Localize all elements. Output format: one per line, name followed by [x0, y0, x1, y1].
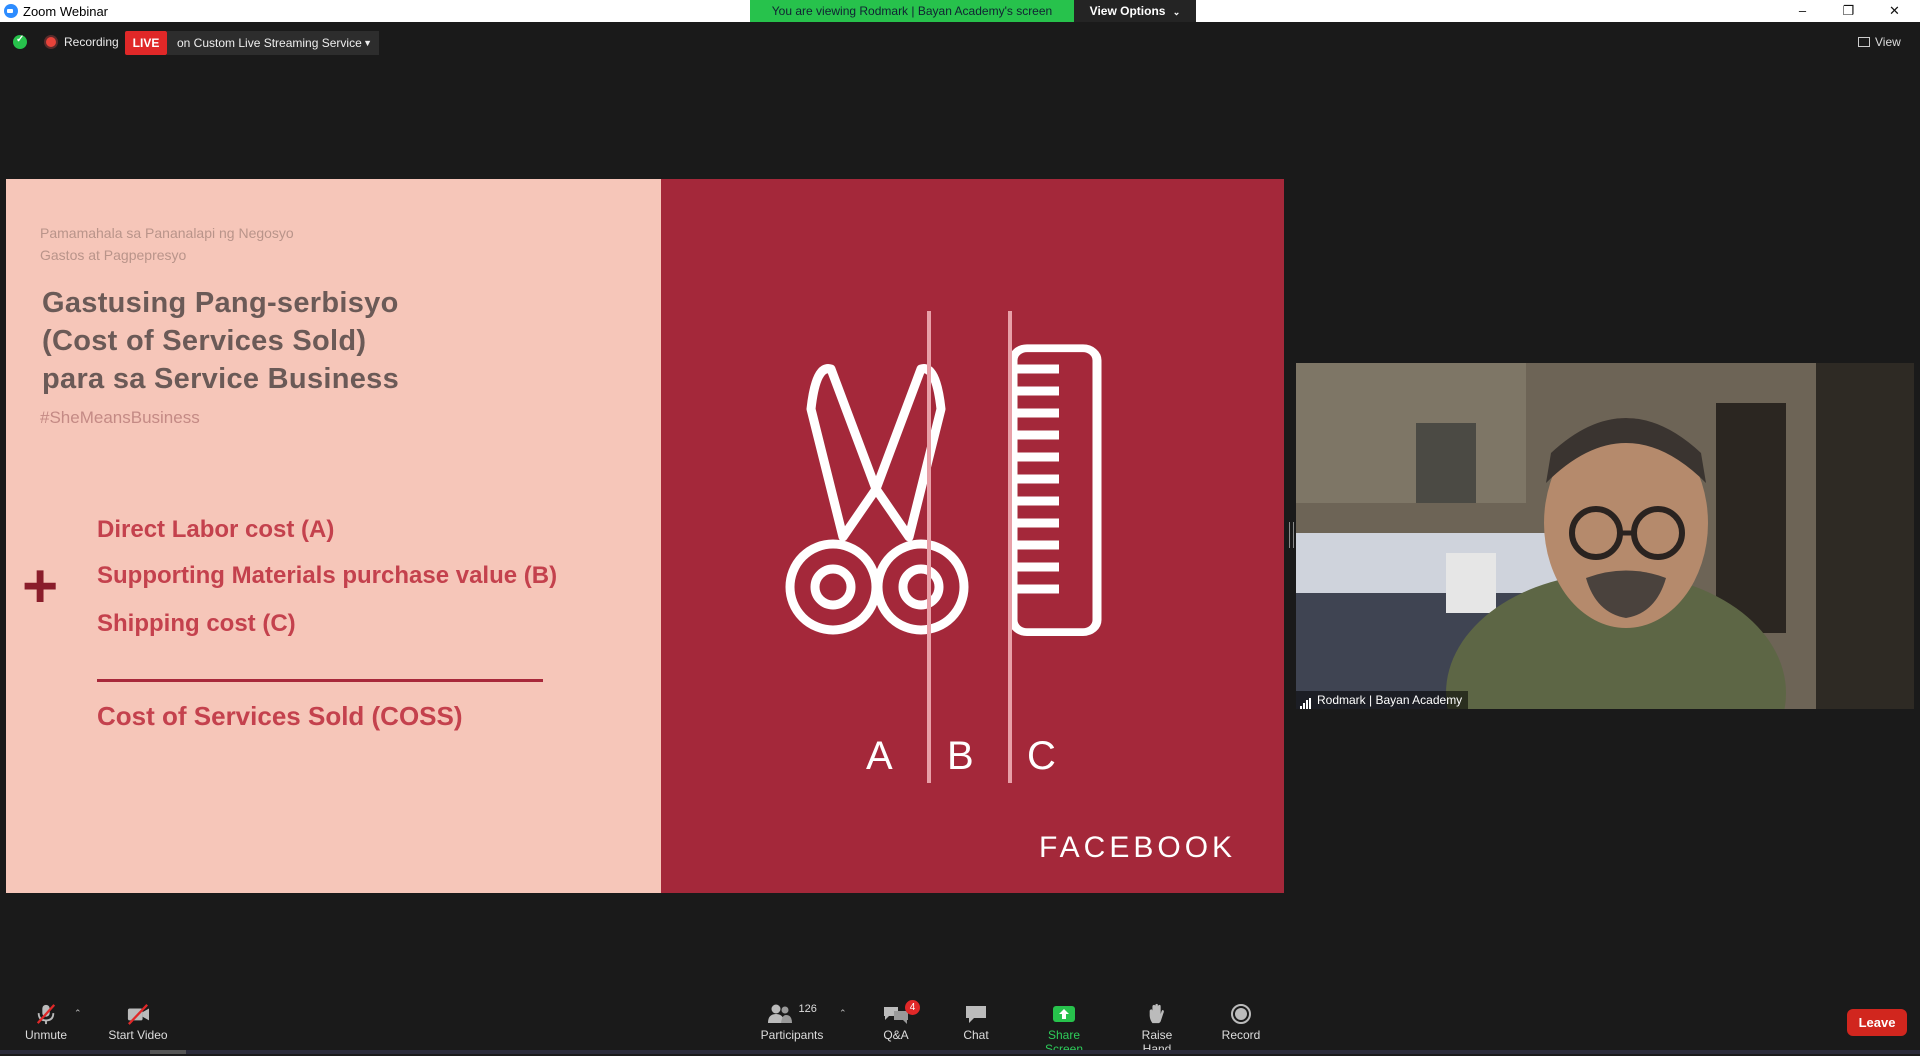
- window-titlebar: Zoom Webinar You are viewing Rodmark | B…: [0, 0, 1920, 22]
- gallery-view-icon: [1858, 37, 1870, 47]
- letter-a: A: [866, 734, 894, 778]
- unmute-label: Unmute: [24, 1028, 68, 1042]
- view-options-label: View Options: [1089, 4, 1166, 18]
- view-layout-button[interactable]: View: [1858, 35, 1901, 49]
- participant-name-label: Rodmark | Bayan Academy: [1296, 691, 1469, 709]
- start-video-button[interactable]: Start Video: [106, 1003, 170, 1042]
- participant-name: Rodmark | Bayan Academy: [1317, 693, 1463, 707]
- signal-strength-icon: [1300, 692, 1312, 709]
- slide-title-line-1: Gastusing Pang-serbisyo: [42, 287, 399, 319]
- close-window-button[interactable]: ✕: [1872, 0, 1917, 22]
- chevron-down-icon: ⌄: [1172, 7, 1181, 17]
- record-icon: [1231, 1004, 1251, 1024]
- minimize-button[interactable]: –: [1780, 0, 1825, 22]
- sum-divider-line: [97, 679, 543, 682]
- participants-button[interactable]: 126 Participants: [758, 1003, 826, 1042]
- view-options-button[interactable]: View Options ⌄: [1074, 0, 1196, 22]
- raised-hand-icon: [1149, 1003, 1164, 1024]
- people-icon: [768, 1004, 793, 1023]
- record-label: Record: [1221, 1028, 1261, 1042]
- start-video-label: Start Video: [108, 1028, 168, 1042]
- view-label: View: [1875, 35, 1901, 49]
- security-shield-icon[interactable]: [13, 34, 27, 49]
- chat-bubble-icon: [966, 1006, 986, 1023]
- share-screen-arrow-icon: [1053, 1006, 1075, 1022]
- raise-hand-button[interactable]: Raise Hand: [1126, 1003, 1188, 1056]
- letter-c: C: [1027, 734, 1057, 778]
- scissors-and-comb-icon: [785, 344, 1102, 636]
- cost-item-direct-labor: Direct Labor cost (A): [97, 516, 335, 543]
- slide-right-panel: A B C FACEBOOK: [661, 179, 1284, 893]
- audio-options-caret-icon[interactable]: ⌃: [74, 1008, 82, 1019]
- divider-line-b: [1008, 311, 1012, 783]
- participants-icon-group: 126: [762, 1003, 822, 1025]
- participant-video-feed: [1296, 363, 1914, 709]
- participants-count: 126: [798, 1003, 817, 1015]
- chat-button[interactable]: Chat: [960, 1003, 992, 1042]
- recording-dot-icon: [46, 37, 56, 47]
- slide-title-line-3: para sa Service Business: [42, 363, 400, 395]
- bottom-edge-strip: [0, 1050, 1920, 1054]
- live-badge: LIVE: [125, 31, 167, 55]
- facebook-brand-text: FACEBOOK: [1039, 831, 1237, 864]
- shared-screen-slide: Pamamahala sa Pananalapi ng Negosyo Gast…: [6, 179, 1284, 893]
- participant-video-tile[interactable]: Rodmark | Bayan Academy: [1296, 363, 1914, 709]
- bottom-scroll-thumb[interactable]: [150, 1050, 186, 1054]
- qa-label: Q&A: [883, 1028, 909, 1042]
- share-screen-button[interactable]: Share Screen: [1028, 1003, 1100, 1056]
- chat-label: Chat: [963, 1028, 989, 1042]
- participants-options-caret-icon[interactable]: ⌃: [839, 1008, 847, 1019]
- microphone-muted-icon: [36, 1004, 56, 1025]
- plus-sign-icon: +: [22, 552, 59, 621]
- qa-notification-badge: 4: [905, 1000, 920, 1015]
- caret-down-icon: ▼: [363, 38, 372, 48]
- slide-subtitle-2: Gastos at Pagpepresyo: [40, 247, 187, 263]
- slide-title-line-2: (Cost of Services Sold): [42, 325, 367, 357]
- slide-left-panel: Pamamahala sa Pananalapi ng Negosyo Gast…: [6, 179, 661, 893]
- zoom-app-icon: [4, 4, 18, 18]
- unmute-button[interactable]: Unmute: [22, 1003, 70, 1042]
- divider-line-a: [927, 311, 931, 783]
- letter-b: B: [947, 734, 975, 778]
- slide-hashtag: #SheMeansBusiness: [40, 408, 200, 427]
- cost-result-coss: Cost of Services Sold (COSS): [97, 701, 463, 731]
- panel-resize-handle[interactable]: [1289, 522, 1294, 548]
- viewing-screen-banner: You are viewing Rodmark | Bayan Academy'…: [750, 0, 1074, 22]
- video-camera-off-icon: [127, 1004, 149, 1025]
- window-title: Zoom Webinar: [23, 4, 109, 19]
- leave-button[interactable]: Leave: [1847, 1009, 1907, 1036]
- live-stream-dropdown[interactable]: on Custom Live Streaming Service ▼: [167, 31, 379, 55]
- cost-item-supporting-materials: Supporting Materials purchase value (B): [97, 562, 558, 589]
- participants-label: Participants: [760, 1028, 824, 1042]
- recording-label: Recording: [64, 35, 119, 49]
- live-stream-label: on Custom Live Streaming Service: [177, 36, 362, 50]
- record-button[interactable]: Record: [1220, 1003, 1262, 1042]
- restore-button[interactable]: ❐: [1826, 0, 1871, 22]
- cost-item-shipping: Shipping cost (C): [97, 610, 296, 637]
- slide-subtitle-1: Pamamahala sa Pananalapi ng Negosyo: [40, 225, 294, 241]
